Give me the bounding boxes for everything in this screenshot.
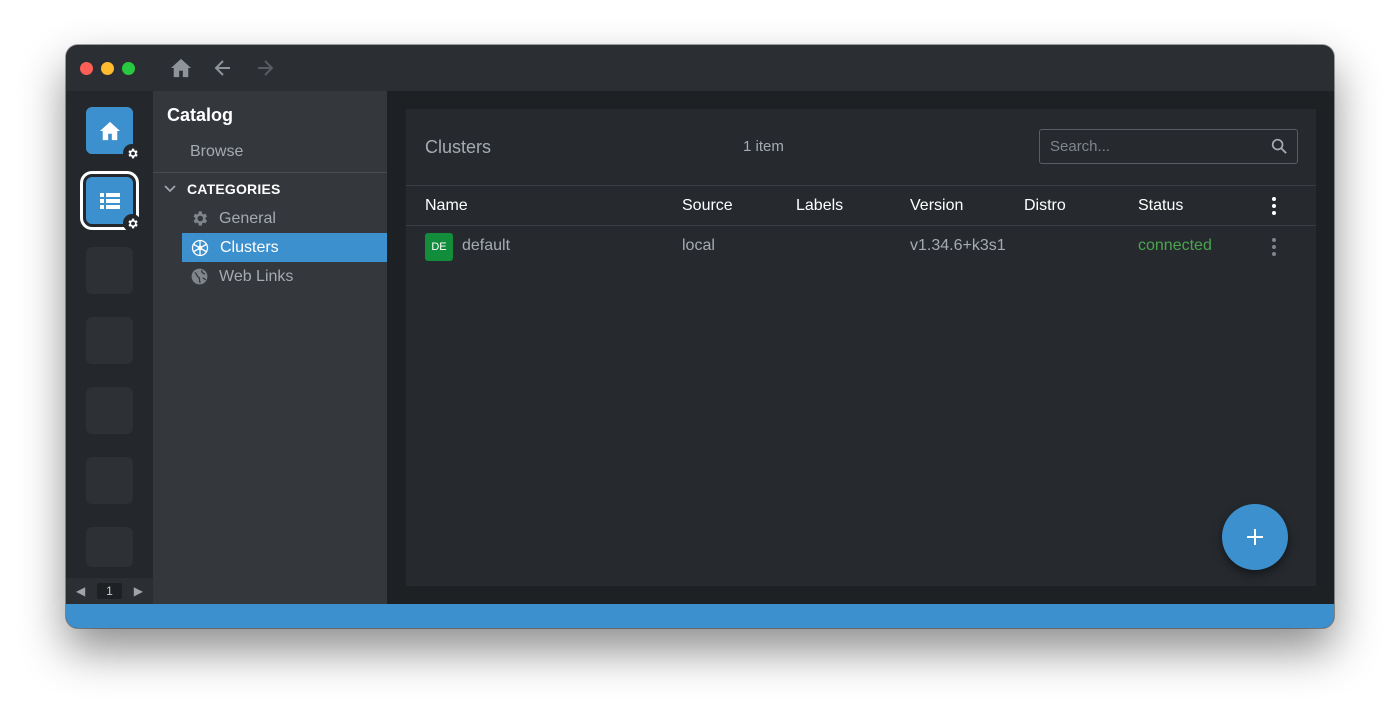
column-header-distro[interactable]: Distro — [1024, 197, 1066, 215]
hotbar-item-home[interactable] — [86, 107, 141, 162]
gear-icon — [127, 148, 138, 158]
sidebar-item-label: Web Links — [219, 267, 294, 285]
sidebar-divider — [153, 172, 387, 173]
table-row[interactable]: DE default local v1.34.6+k3s1 connected — [406, 226, 1316, 268]
categories-label: CATEGORIES — [187, 181, 281, 197]
catalog-sidebar: Catalog Browse CATEGORIES General Cluste… — [153, 91, 387, 604]
gear-icon — [193, 211, 208, 226]
column-menu-icon[interactable] — [1264, 196, 1284, 216]
settings-badge[interactable] — [123, 214, 141, 232]
minimize-window-button[interactable] — [101, 61, 114, 75]
cell-status: connected — [1138, 237, 1212, 254]
home-icon — [99, 121, 120, 140]
cell-source: local — [682, 237, 715, 254]
hotbar-slot-empty[interactable] — [86, 457, 133, 504]
search-icon[interactable] — [1271, 138, 1288, 155]
catalog-content: Clusters 1 item Name Source Labels Versi… — [406, 109, 1316, 586]
status-bar — [66, 604, 1334, 628]
settings-badge[interactable] — [123, 144, 141, 162]
sidebar-item-label: Clusters — [220, 238, 279, 256]
search-input[interactable] — [1050, 138, 1260, 155]
sidebar-item-general[interactable]: General — [182, 204, 387, 233]
hotbar-page-number: 1 — [97, 583, 122, 599]
window-controls — [80, 61, 135, 75]
column-header-name[interactable]: Name — [425, 197, 468, 215]
globe-icon — [191, 268, 208, 285]
cell-version: v1.34.6+k3s1 — [910, 237, 1006, 254]
categories-header[interactable]: CATEGORIES — [163, 181, 281, 197]
column-header-labels[interactable]: Labels — [796, 197, 843, 215]
hotbar-pager: ◀ 1 ▶ — [66, 578, 153, 604]
kubernetes-icon — [191, 239, 209, 256]
pager-prev-icon[interactable]: ◀ — [76, 584, 85, 598]
back-button[interactable] — [209, 54, 237, 82]
sidebar-item-clusters[interactable]: Clusters — [182, 233, 387, 262]
hotbar-slot-empty[interactable] — [86, 387, 133, 434]
column-header-source[interactable]: Source — [682, 197, 733, 215]
row-menu-icon[interactable] — [1264, 237, 1284, 257]
content-header: Clusters 1 item — [406, 109, 1316, 185]
page-title: Clusters — [425, 137, 492, 157]
app-window: ◀ 1 ▶ Catalog Browse CATEGORIES General … — [66, 45, 1334, 628]
search-box — [1039, 129, 1298, 164]
column-header-status[interactable]: Status — [1138, 197, 1183, 215]
hotbar: ◀ 1 ▶ — [66, 91, 153, 604]
navigation-buttons — [167, 54, 279, 82]
maximize-window-button[interactable] — [122, 61, 135, 75]
list-icon — [99, 192, 120, 209]
titlebar — [66, 45, 1334, 91]
forward-button[interactable] — [251, 54, 279, 82]
cell-name: default — [462, 237, 511, 254]
gear-icon — [127, 218, 138, 228]
column-header-version[interactable]: Version — [910, 197, 963, 215]
hotbar-slot-empty[interactable] — [86, 527, 133, 567]
home-button[interactable] — [167, 54, 195, 82]
plus-icon — [1247, 529, 1263, 545]
hotbar-slot-empty[interactable] — [86, 247, 133, 294]
arrow-right-icon — [258, 60, 274, 76]
hotbar-item-catalog[interactable] — [86, 177, 141, 232]
sidebar-item-web-links[interactable]: Web Links — [182, 262, 387, 291]
sidebar-title: Catalog — [167, 105, 234, 125]
sidebar-item-label: General — [219, 209, 276, 227]
sidebar-item-browse[interactable]: Browse — [190, 143, 243, 161]
hotbar-slot-empty[interactable] — [86, 317, 133, 364]
home-icon — [171, 58, 191, 78]
add-cluster-button[interactable] — [1222, 504, 1288, 570]
item-count: 1 item — [743, 138, 784, 155]
table-header: Name Source Labels Version Distro Status — [406, 185, 1316, 226]
close-window-button[interactable] — [80, 61, 93, 75]
cluster-avatar: DE — [425, 233, 453, 261]
pager-next-icon[interactable]: ▶ — [134, 584, 143, 598]
arrow-left-icon — [214, 60, 230, 76]
chevron-down-icon — [164, 185, 176, 193]
